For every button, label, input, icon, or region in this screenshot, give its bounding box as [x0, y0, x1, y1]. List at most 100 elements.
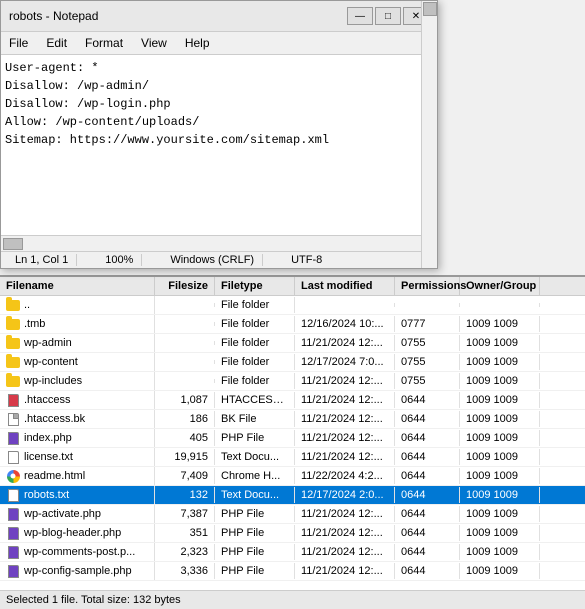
filename-label: readme.html	[24, 470, 85, 482]
filename-label: robots.txt	[24, 489, 69, 501]
table-row[interactable]: wp-activate.php 7,387 PHP File 11/21/202…	[0, 505, 585, 524]
notepad-title: robots - Notepad	[9, 9, 98, 23]
cell-permissions: 0755	[395, 373, 460, 389]
cell-type: PHP File	[215, 544, 295, 560]
cell-modified: 11/21/2024 12:...	[295, 373, 395, 389]
table-row[interactable]: wp-admin File folder 11/21/2024 12:... 0…	[0, 334, 585, 353]
titlebar-buttons: — □ ✕	[347, 7, 429, 25]
table-row[interactable]: .htaccess 1,087 HTACCESS ... 11/21/2024 …	[0, 391, 585, 410]
file-icon	[8, 413, 19, 426]
horizontal-scrollbar[interactable]	[1, 235, 437, 251]
table-row[interactable]: .tmb File folder 12/16/2024 10:... 0777 …	[0, 315, 585, 334]
cell-size: 186	[155, 411, 215, 427]
filemanager-statusbar: Selected 1 file. Total size: 132 bytes	[0, 590, 585, 609]
cell-modified: 11/22/2024 4:2...	[295, 468, 395, 484]
file-type-icon	[6, 488, 20, 502]
cell-name: index.php	[0, 429, 155, 447]
cell-permissions	[395, 303, 460, 307]
file-list: .. File folder .tmb File folder 12/16/20…	[0, 296, 585, 590]
filename-label: wp-includes	[24, 375, 82, 387]
notepad-content[interactable]: User-agent: * Disallow: /wp-admin/ Disal…	[1, 55, 437, 235]
cell-size	[155, 341, 215, 345]
table-row[interactable]: wp-config-sample.php 3,336 PHP File 11/2…	[0, 562, 585, 581]
cell-permissions: 0777	[395, 316, 460, 332]
cell-permissions: 0644	[395, 449, 460, 465]
filename-label: wp-activate.php	[24, 508, 101, 520]
minimize-button[interactable]: —	[347, 7, 373, 25]
cell-name: license.txt	[0, 448, 155, 466]
col-header-owner[interactable]: Owner/Group	[460, 277, 540, 295]
cursor-position: Ln 1, Col 1	[7, 254, 77, 266]
cell-size: 405	[155, 430, 215, 446]
col-header-filesize[interactable]: Filesize	[155, 277, 215, 295]
htaccess-icon	[8, 394, 19, 407]
cell-permissions: 0755	[395, 354, 460, 370]
cell-permissions: 0755	[395, 335, 460, 351]
table-row[interactable]: wp-includes File folder 11/21/2024 12:..…	[0, 372, 585, 391]
table-row[interactable]: readme.html 7,409 Chrome H... 11/22/2024…	[0, 467, 585, 486]
col-header-permissions[interactable]: Permissions	[395, 277, 460, 295]
maximize-button[interactable]: □	[375, 7, 401, 25]
col-header-filetype[interactable]: Filetype	[215, 277, 295, 295]
folder-icon	[6, 357, 20, 368]
file-type-icon	[6, 412, 20, 426]
cell-size: 3,336	[155, 563, 215, 579]
filename-label: wp-admin	[24, 337, 72, 349]
vertical-scrollbar[interactable]	[421, 1, 437, 268]
table-row[interactable]: license.txt 19,915 Text Docu... 11/21/20…	[0, 448, 585, 467]
menu-view[interactable]: View	[137, 34, 171, 52]
col-header-filename[interactable]: Filename	[0, 277, 155, 295]
cell-name: ..	[0, 296, 155, 314]
filemanager-window: Filename Filesize Filetype Last modified…	[0, 275, 585, 609]
cell-modified	[295, 303, 395, 307]
cell-permissions: 0644	[395, 392, 460, 408]
cell-permissions: 0644	[395, 430, 460, 446]
cell-owner: 1009 1009	[460, 468, 540, 484]
file-type-icon	[6, 545, 20, 559]
table-row[interactable]: wp-blog-header.php 351 PHP File 11/21/20…	[0, 524, 585, 543]
cell-owner: 1009 1009	[460, 506, 540, 522]
filename-label: wp-config-sample.php	[24, 565, 132, 577]
filename-label: .htaccess.bk	[24, 413, 85, 425]
cell-owner: 1009 1009	[460, 430, 540, 446]
filename-label: .htaccess	[24, 394, 70, 406]
notepad-window: robots - Notepad — □ ✕ File Edit Format …	[0, 0, 438, 269]
cell-name: wp-includes	[0, 372, 155, 390]
table-row[interactable]: robots.txt 132 Text Docu... 12/17/2024 2…	[0, 486, 585, 505]
cell-size: 19,915	[155, 449, 215, 465]
cell-size	[155, 322, 215, 326]
col-header-lastmod[interactable]: Last modified	[295, 277, 395, 295]
file-type-icon	[6, 298, 20, 312]
cell-owner: 1009 1009	[460, 411, 540, 427]
cell-size: 1,087	[155, 392, 215, 408]
cell-type: File folder	[215, 335, 295, 351]
menu-file[interactable]: File	[5, 34, 32, 52]
table-row[interactable]: .htaccess.bk 186 BK File 11/21/2024 12:.…	[0, 410, 585, 429]
php-icon	[8, 565, 19, 578]
file-type-icon	[6, 526, 20, 540]
cell-permissions: 0644	[395, 563, 460, 579]
table-row[interactable]: wp-content File folder 12/17/2024 7:0...…	[0, 353, 585, 372]
cell-size: 7,409	[155, 468, 215, 484]
cell-modified: 11/21/2024 12:...	[295, 411, 395, 427]
cell-size: 2,323	[155, 544, 215, 560]
cell-type: HTACCESS ...	[215, 392, 295, 408]
cell-permissions: 0644	[395, 525, 460, 541]
cell-modified: 11/21/2024 12:...	[295, 449, 395, 465]
file-type-icon	[6, 564, 20, 578]
menu-edit[interactable]: Edit	[42, 34, 71, 52]
cell-size	[155, 360, 215, 364]
table-row[interactable]: wp-comments-post.p... 2,323 PHP File 11/…	[0, 543, 585, 562]
table-row[interactable]: .. File folder	[0, 296, 585, 315]
php-icon	[8, 546, 19, 559]
cell-modified: 11/21/2024 12:...	[295, 544, 395, 560]
cell-modified: 11/21/2024 12:...	[295, 506, 395, 522]
chrome-icon	[7, 470, 20, 483]
table-row[interactable]: index.php 405 PHP File 11/21/2024 12:...…	[0, 429, 585, 448]
cell-name: .tmb	[0, 315, 155, 333]
menu-format[interactable]: Format	[81, 34, 127, 52]
filename-label: wp-content	[24, 356, 78, 368]
cell-type: PHP File	[215, 563, 295, 579]
cell-name: readme.html	[0, 467, 155, 485]
menu-help[interactable]: Help	[181, 34, 214, 52]
